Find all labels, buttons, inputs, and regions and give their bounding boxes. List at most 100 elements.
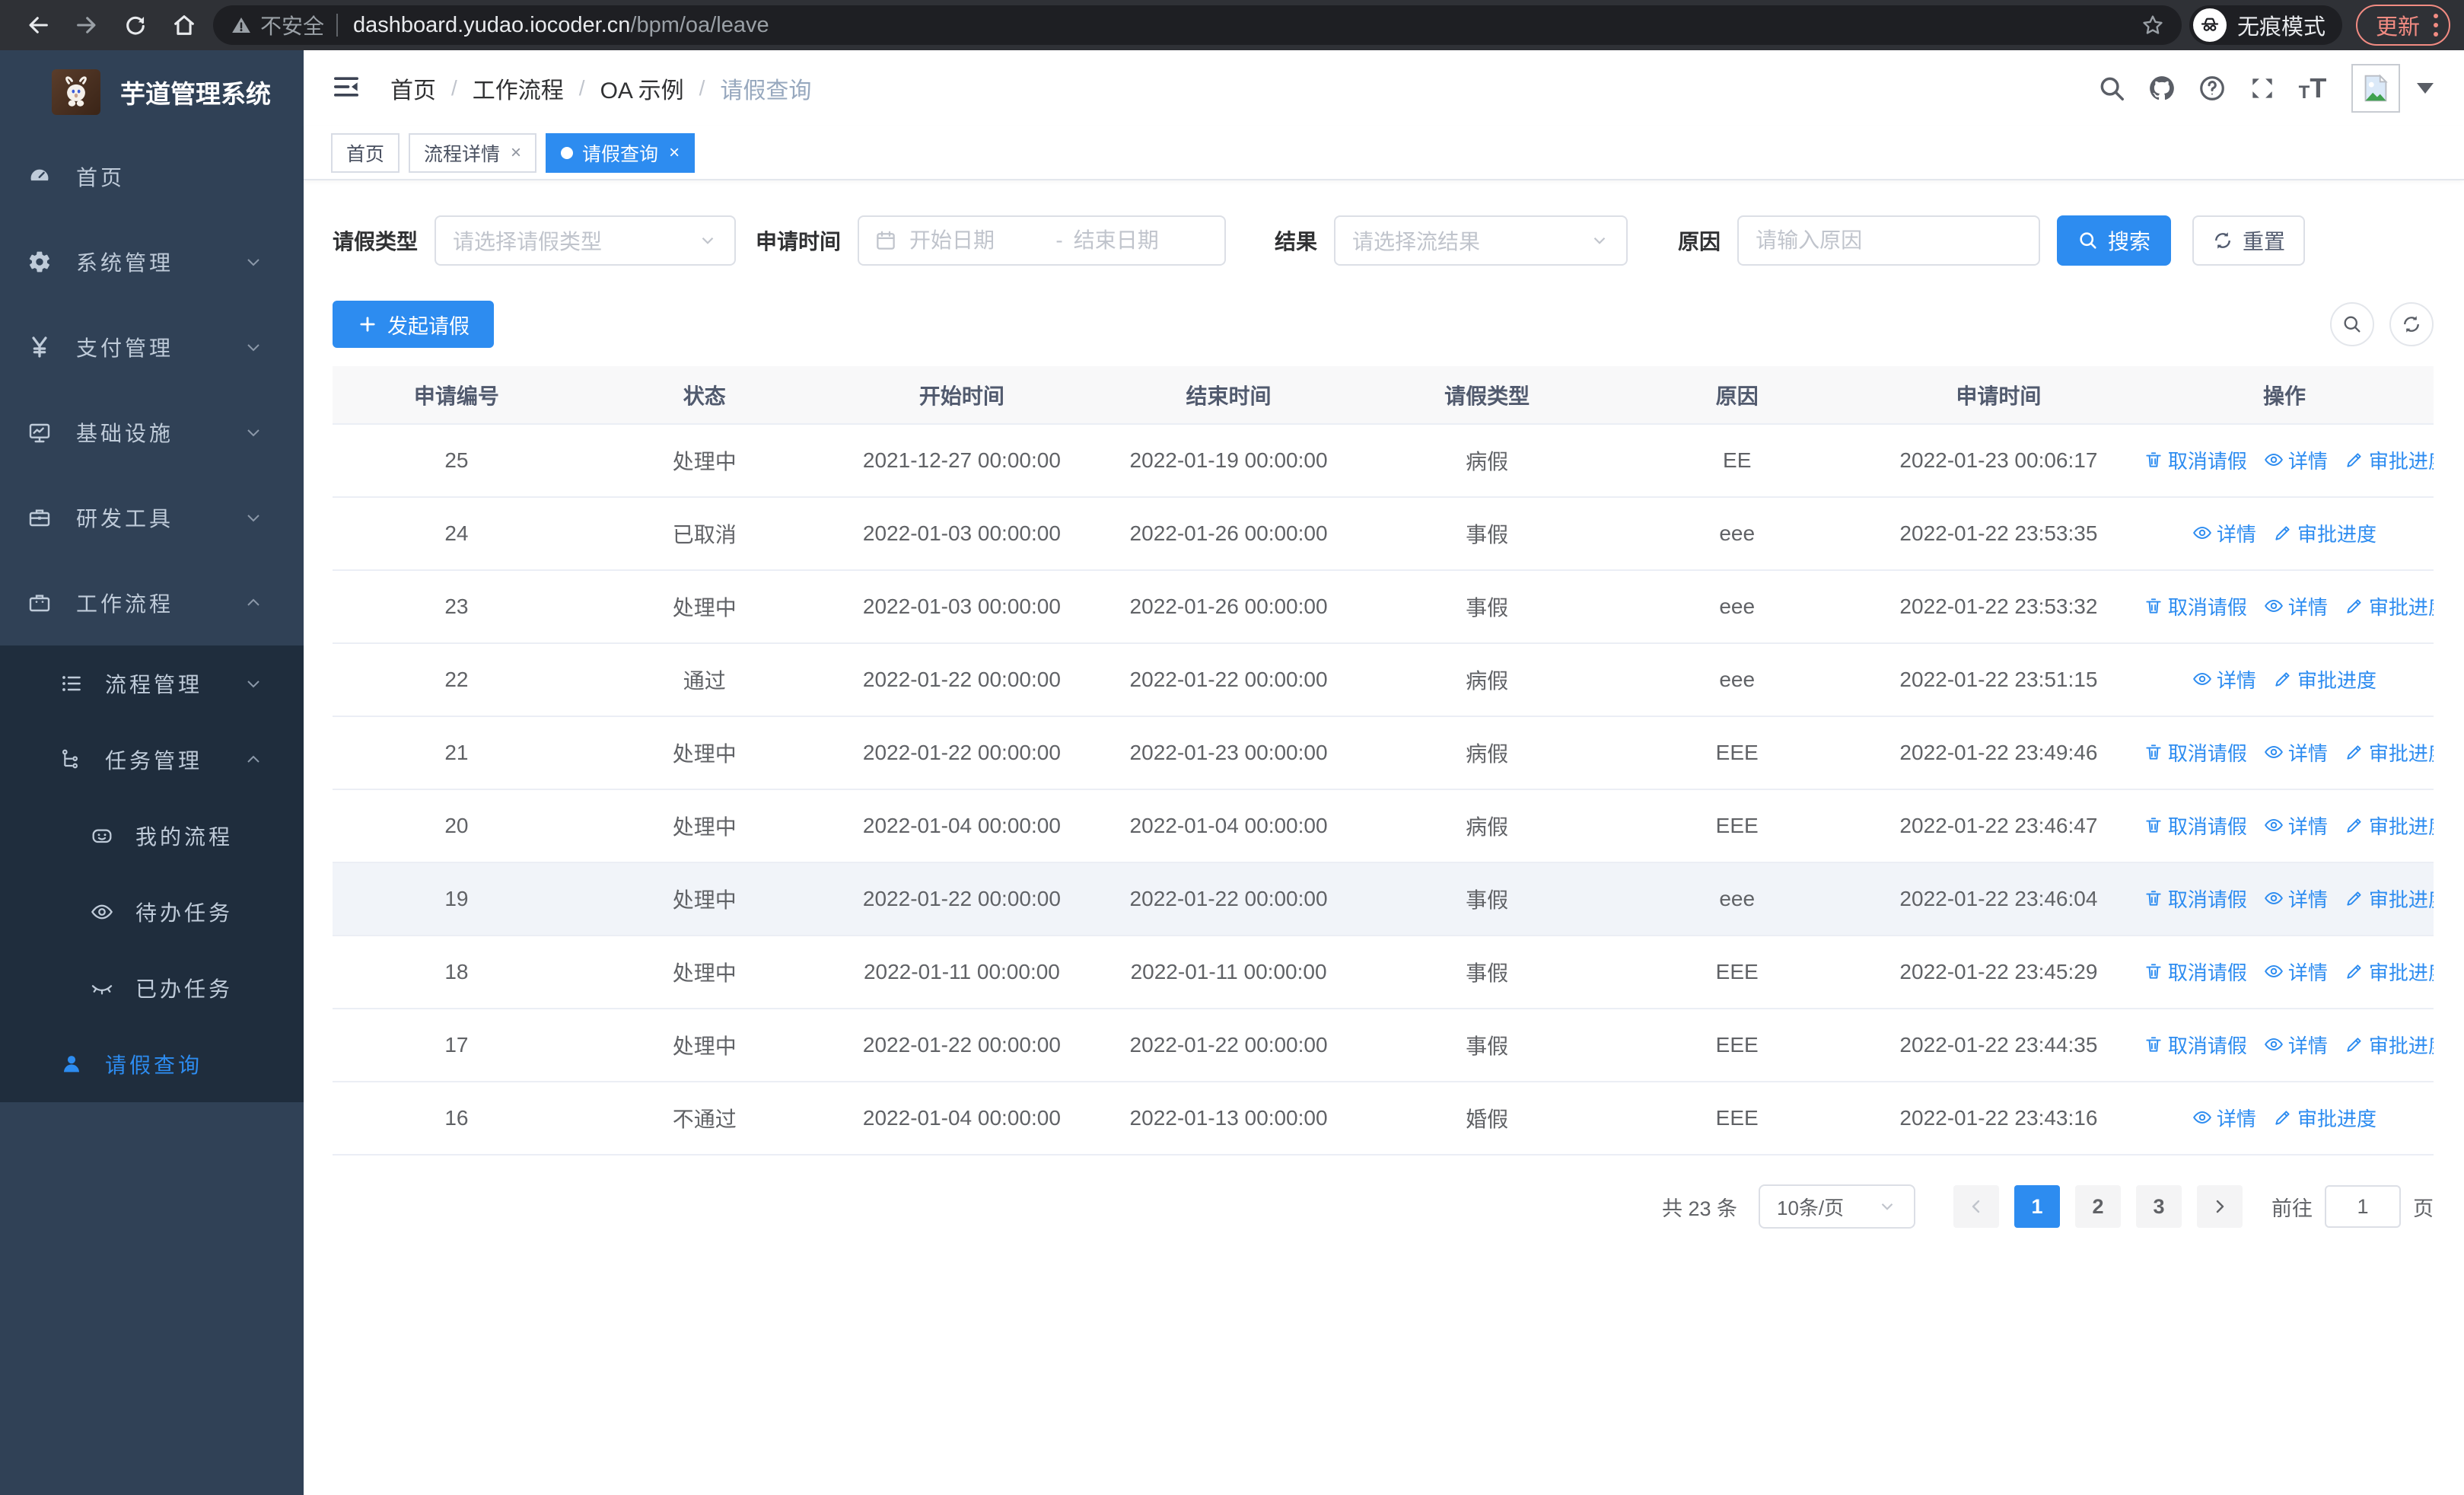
apply-time-range[interactable]: - xyxy=(858,215,1227,266)
url-bar[interactable]: 不安全 dashboard.yudao.iocoder.cn/bpm/oa/le… xyxy=(213,5,2182,45)
action-cancel-link[interactable]: 取消请假 xyxy=(2144,446,2247,474)
caret-down-icon[interactable] xyxy=(2417,83,2434,94)
search-icon[interactable] xyxy=(2087,65,2137,111)
sidebar-item-process-mgmt[interactable]: 流程管理 xyxy=(0,645,304,722)
start-date-input[interactable] xyxy=(909,228,1046,253)
reason-input[interactable] xyxy=(1756,228,2023,253)
home-icon[interactable] xyxy=(160,4,209,46)
table-row[interactable]: 18 处理中 2022-01-11 00:00:00 2022-01-11 00:00… xyxy=(333,936,2434,1009)
table-row[interactable]: 21 处理中 2022-01-22 00:00:00 2022-01-23 00:00… xyxy=(333,716,2434,790)
close-icon[interactable]: × xyxy=(669,142,680,164)
action-cancel-link[interactable]: 取消请假 xyxy=(2144,958,2247,986)
reload-icon[interactable] xyxy=(111,4,160,46)
forward-icon[interactable] xyxy=(62,4,111,46)
create-leave-button[interactable]: 发起请假 xyxy=(333,301,494,348)
table-row[interactable]: 19 处理中 2022-01-22 00:00:00 2022-01-22 00:00… xyxy=(333,862,2434,936)
table-row[interactable]: 20 处理中 2022-01-04 00:00:00 2022-01-04 00:00… xyxy=(333,789,2434,863)
action-progress-link[interactable]: 审批进度 xyxy=(2345,811,2434,840)
table-row[interactable]: 22 通过 2022-01-22 00:00:00 2022-01-22 00:00:… xyxy=(333,643,2434,717)
action-progress-link[interactable]: 审批进度 xyxy=(2345,885,2434,913)
not-secure-warning-icon[interactable] xyxy=(230,14,253,37)
browser-menu-dots-icon[interactable] xyxy=(2432,12,2440,38)
action-cancel-link[interactable]: 取消请假 xyxy=(2144,885,2247,913)
tab-leave-query[interactable]: 请假查询 × xyxy=(546,132,696,173)
sidebar-item-devtools[interactable]: 研发工具 xyxy=(0,475,304,560)
cell-id: 18 xyxy=(333,936,581,1009)
prev-page-button[interactable] xyxy=(1953,1185,1999,1228)
action-detail-link[interactable]: 详情 xyxy=(2192,665,2256,693)
tab-home[interactable]: 首页 xyxy=(331,132,400,173)
leave-type-select[interactable]: 请选择请假类型 xyxy=(435,215,737,266)
action-progress-link[interactable]: 审批进度 xyxy=(2345,592,2434,620)
sidebar-item-todo-tasks[interactable]: 待办任务 xyxy=(0,874,304,950)
bookmark-star-icon[interactable] xyxy=(2141,13,2165,37)
page-button-3[interactable]: 3 xyxy=(2136,1185,2182,1228)
next-page-button[interactable] xyxy=(2197,1185,2243,1228)
page-button-1[interactable]: 1 xyxy=(2014,1185,2060,1228)
reason-field[interactable] xyxy=(1737,215,2041,266)
avatar[interactable] xyxy=(2351,64,2400,113)
breadcrumb-home[interactable]: 首页 xyxy=(390,72,436,105)
sidebar-item-leave-query[interactable]: 请假查询 xyxy=(0,1026,304,1102)
end-date-input[interactable] xyxy=(1073,228,1210,253)
menu-fold-icon[interactable] xyxy=(331,72,365,105)
github-icon[interactable] xyxy=(2137,65,2187,111)
table-row[interactable]: 17 处理中 2022-01-22 00:00:00 2022-01-22 00:00… xyxy=(333,1009,2434,1082)
action-cancel-link[interactable]: 取消请假 xyxy=(2144,592,2247,620)
result-select[interactable]: 请选择流结果 xyxy=(1334,215,1628,266)
table-row[interactable]: 25 处理中 2021-12-27 00:00:00 2022-01-19 00:00… xyxy=(333,424,2434,498)
back-icon[interactable] xyxy=(14,4,62,46)
sidebar-item-workflow[interactable]: 工作流程 xyxy=(0,560,304,645)
action-progress-link[interactable]: 审批进度 xyxy=(2345,446,2434,474)
action-detail-link[interactable]: 详情 xyxy=(2264,446,2328,474)
refresh-table-button[interactable] xyxy=(2389,302,2434,346)
sidebar-item-task-mgmt[interactable]: 任务管理 xyxy=(0,722,304,798)
table-row[interactable]: 24 已取消 2022-01-03 00:00:00 2022-01-26 00:00… xyxy=(333,497,2434,571)
table-row[interactable]: 23 处理中 2022-01-03 00:00:00 2022-01-26 00:00… xyxy=(333,570,2434,644)
main: 首页 / 工作流程 / OA 示例 / 请假查询 T T 首页 流程详情 × 请… xyxy=(304,50,2464,1495)
action-detail-link[interactable]: 详情 xyxy=(2264,1031,2328,1059)
action-progress-link[interactable]: 审批进度 xyxy=(2345,738,2434,767)
goto-page-input[interactable] xyxy=(2325,1185,2401,1228)
show-search-button[interactable] xyxy=(2330,302,2374,346)
security-label[interactable]: 不安全 xyxy=(260,10,324,40)
action-detail-link[interactable]: 详情 xyxy=(2264,592,2328,620)
table-row[interactable]: 16 不通过 2022-01-04 00:00:00 2022-01-13 00:00… xyxy=(333,1082,2434,1156)
list-icon xyxy=(62,676,81,691)
breadcrumb-oa[interactable]: OA 示例 xyxy=(600,72,684,105)
action-progress-link[interactable]: 审批进度 xyxy=(2345,1031,2434,1059)
reset-button[interactable]: 重置 xyxy=(2192,215,2306,266)
font-size-icon[interactable]: TT xyxy=(2287,65,2338,111)
action-detail-link[interactable]: 详情 xyxy=(2264,885,2328,913)
url-text[interactable]: dashboard.yudao.iocoder.cn/bpm/oa/leave xyxy=(353,13,2141,38)
action-cancel-link[interactable]: 取消请假 xyxy=(2144,738,2247,767)
action-progress-link[interactable]: 审批进度 xyxy=(2273,665,2376,693)
action-detail-link[interactable]: 详情 xyxy=(2264,738,2328,767)
action-detail-link[interactable]: 详情 xyxy=(2192,1104,2256,1132)
action-cancel-link[interactable]: 取消请假 xyxy=(2144,811,2247,840)
app-logo-row[interactable]: 芋道管理系统 xyxy=(0,50,304,134)
sidebar-item-home[interactable]: 首页 xyxy=(0,134,304,219)
breadcrumb-workflow[interactable]: 工作流程 xyxy=(473,72,564,105)
action-detail-link[interactable]: 详情 xyxy=(2264,958,2328,986)
sidebar-item-payment[interactable]: 支付管理 xyxy=(0,304,304,390)
action-detail-link[interactable]: 详情 xyxy=(2264,811,2328,840)
sidebar-item-infra[interactable]: 基础设施 xyxy=(0,390,304,475)
close-icon[interactable]: × xyxy=(511,142,521,164)
search-button[interactable]: 搜索 xyxy=(2057,215,2172,266)
action-detail-link[interactable]: 详情 xyxy=(2192,519,2256,547)
sidebar-item-my-process[interactable]: 我的流程 xyxy=(0,798,304,874)
fullscreen-icon[interactable] xyxy=(2237,65,2287,111)
browser-update-button[interactable]: 更新 xyxy=(2355,5,2450,46)
cell-status: 处理中 xyxy=(580,570,829,644)
action-progress-link[interactable]: 审批进度 xyxy=(2273,1104,2376,1132)
page-button-2[interactable]: 2 xyxy=(2075,1185,2121,1228)
action-progress-link[interactable]: 审批进度 xyxy=(2345,958,2434,986)
help-icon[interactable] xyxy=(2187,65,2237,111)
action-cancel-link[interactable]: 取消请假 xyxy=(2144,1031,2247,1059)
sidebar-item-system[interactable]: 系统管理 xyxy=(0,219,304,304)
sidebar-item-done-tasks[interactable]: 已办任务 xyxy=(0,950,304,1026)
action-progress-link[interactable]: 审批进度 xyxy=(2273,519,2376,547)
tab-process-detail[interactable]: 流程详情 × xyxy=(409,132,537,173)
page-size-select[interactable]: 10条/页 xyxy=(1759,1184,1915,1229)
